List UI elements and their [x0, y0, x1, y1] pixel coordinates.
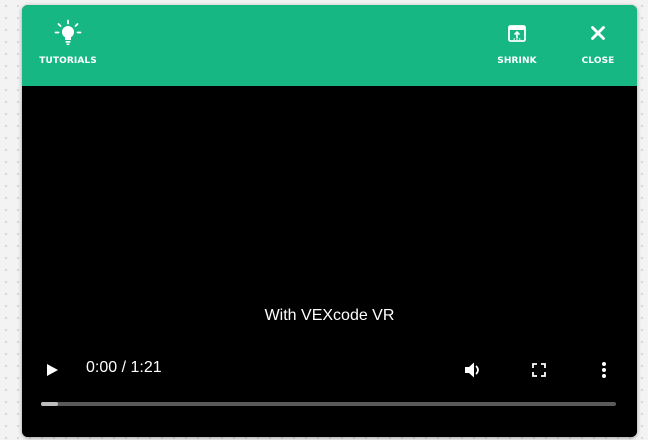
volume-icon	[465, 362, 479, 378]
shrink-label: SHRINK	[497, 56, 537, 66]
progress-bar[interactable]	[41, 402, 616, 406]
time-display: 0:00 / 1:21	[86, 359, 162, 376]
progress-fill	[41, 402, 59, 406]
tutorial-video-panel: TUTORIALS SHRINK CLOSE With VEXcode VR 0…	[22, 5, 637, 437]
more-options-icon	[602, 362, 606, 378]
fullscreen-icon	[532, 363, 546, 377]
tutorials-button[interactable]: TUTORIALS	[39, 5, 97, 86]
lightbulb-icon	[54, 19, 82, 47]
fullscreen-button[interactable]	[527, 359, 551, 381]
shrink-button[interactable]: SHRINK	[492, 5, 542, 86]
volume-button[interactable]	[462, 359, 486, 381]
more-options-button[interactable]	[594, 359, 614, 381]
panel-header: TUTORIALS SHRINK CLOSE	[22, 5, 637, 86]
close-button[interactable]: CLOSE	[575, 5, 621, 86]
shrink-window-icon	[503, 19, 531, 47]
tutorials-label: TUTORIALS	[39, 56, 97, 66]
play-button[interactable]	[40, 360, 64, 380]
video-subtitle: With VEXcode VR	[264, 307, 395, 324]
play-icon	[47, 364, 58, 376]
close-icon	[584, 19, 612, 47]
video-player[interactable]: With VEXcode VR 0:00 / 1:21	[22, 86, 637, 437]
close-label: CLOSE	[581, 56, 615, 66]
